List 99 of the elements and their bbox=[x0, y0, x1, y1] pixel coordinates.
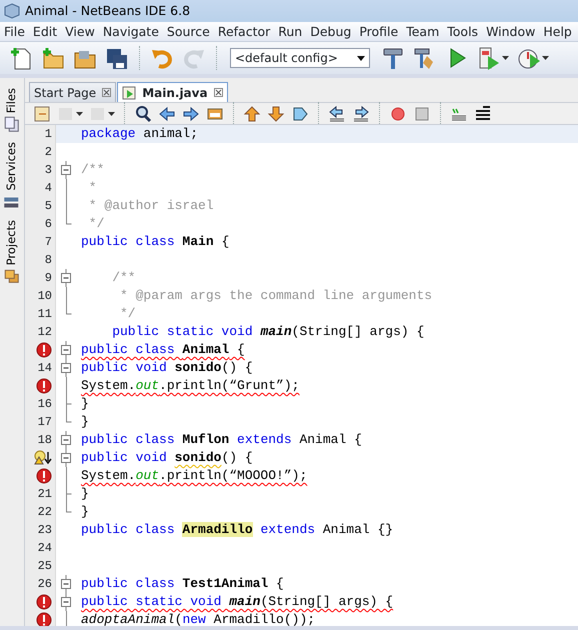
fold-toggle-icon[interactable] bbox=[60, 431, 72, 449]
line-number: 18 bbox=[38, 432, 52, 449]
fold-toggle-icon[interactable] bbox=[60, 359, 72, 377]
code-line: public static void main(String[] args) { bbox=[80, 593, 394, 611]
menu-item[interactable]: Help bbox=[539, 22, 576, 41]
code-line: public void sonido() { bbox=[80, 359, 253, 377]
menu-item[interactable]: Profile bbox=[355, 22, 402, 41]
menu-item[interactable]: Team bbox=[402, 22, 444, 41]
menu-item[interactable]: Source bbox=[162, 22, 214, 41]
code-line: public class Test1Animal { bbox=[80, 575, 284, 593]
code-line: public class Armadillo extends Animal {} bbox=[80, 521, 394, 539]
menu-item[interactable]: Debug bbox=[306, 22, 356, 41]
fold-toggle-icon[interactable] bbox=[60, 161, 72, 179]
folders-icon bbox=[4, 268, 20, 284]
bookmark-icon bbox=[291, 104, 309, 122]
config-dropdown[interactable]: <default config> bbox=[230, 48, 370, 68]
code-line: System.out.println(“Grunt”); bbox=[80, 377, 300, 395]
line-number: 4 bbox=[44, 180, 52, 197]
code-line: public static void main(String[] args) { bbox=[111, 323, 424, 341]
hammer-icon bbox=[381, 46, 405, 70]
code-line: * @author israel bbox=[88, 197, 214, 215]
stop-icon bbox=[413, 104, 431, 122]
menu-item[interactable]: Refactor bbox=[214, 22, 274, 41]
line-number: 1 bbox=[44, 126, 52, 143]
code-line: /** bbox=[111, 269, 136, 287]
line-number: 14 bbox=[38, 360, 52, 377]
side-panel-tab[interactable]: Projects bbox=[3, 220, 21, 284]
fold-toggle-icon[interactable] bbox=[60, 269, 72, 287]
right-arrow-icon bbox=[182, 104, 200, 122]
menu-item[interactable]: Window bbox=[482, 22, 540, 41]
code-line: System.out.println(“MOOOO!”); bbox=[80, 467, 308, 485]
line-number: 12 bbox=[38, 324, 52, 341]
code-line: */ bbox=[119, 305, 136, 323]
shift-right-icon bbox=[352, 104, 370, 122]
code-line: } bbox=[80, 413, 89, 431]
code-line: adoptaAnimal(new Armadillo()); bbox=[80, 611, 316, 626]
code-line: */ bbox=[88, 215, 104, 233]
left-arrow-icon bbox=[158, 104, 176, 122]
fold-toggle-icon[interactable] bbox=[60, 449, 72, 467]
code-line: } bbox=[80, 395, 89, 413]
app-logo-icon bbox=[4, 3, 20, 19]
line-number: 16 bbox=[38, 396, 52, 413]
line-number: 17 bbox=[38, 414, 52, 431]
caret-icon bbox=[357, 56, 365, 60]
editor-tab[interactable]: Start Page bbox=[29, 82, 116, 102]
side-panel-tab[interactable]: Services bbox=[3, 142, 21, 210]
magnifier-icon bbox=[134, 104, 152, 122]
folder-plus-icon bbox=[41, 46, 65, 70]
code-line: * bbox=[88, 179, 97, 197]
java-file-icon bbox=[122, 86, 136, 100]
code-line: } bbox=[80, 485, 89, 503]
line-number: 8 bbox=[44, 252, 52, 269]
code-line: public void sonido() { bbox=[80, 449, 253, 467]
line-number: 24 bbox=[38, 540, 52, 557]
line-number: 21 bbox=[38, 486, 52, 503]
line-number: 3 bbox=[44, 162, 52, 179]
code-line: /** bbox=[80, 161, 104, 179]
line-number: 25 bbox=[38, 558, 52, 575]
line-number: 10 bbox=[38, 288, 52, 305]
code-line: public class Animal { bbox=[80, 341, 245, 359]
line-number: 2 bbox=[44, 144, 52, 161]
up-arrow-icon bbox=[243, 104, 261, 122]
down-arrow-icon bbox=[267, 104, 285, 122]
code-line: * @param args the command line arguments bbox=[119, 287, 432, 305]
code-line: } bbox=[80, 503, 89, 521]
code-line: package animal; bbox=[80, 125, 198, 143]
floppy-disks-icon bbox=[105, 46, 129, 70]
menu-item[interactable]: File bbox=[0, 22, 29, 41]
menu-item[interactable]: Edit bbox=[28, 22, 62, 41]
code-line: public class Muflon extends Animal { bbox=[80, 431, 362, 449]
fold-toggle-icon[interactable] bbox=[60, 575, 72, 593]
debug-icon bbox=[477, 46, 501, 70]
uncomment-lines-icon bbox=[474, 104, 492, 122]
file-plus-icon bbox=[9, 46, 33, 70]
menu-item[interactable]: Tools bbox=[443, 22, 482, 41]
line-number: 6 bbox=[44, 216, 52, 233]
menu-item[interactable]: Navigate bbox=[98, 22, 163, 41]
line-number: 23 bbox=[38, 522, 52, 539]
menu-item[interactable]: Run bbox=[274, 22, 306, 41]
code-line: public class Main { bbox=[80, 233, 230, 251]
shift-left-icon bbox=[328, 104, 346, 122]
fold-toggle-icon[interactable] bbox=[60, 341, 72, 359]
menu-item[interactable]: View bbox=[61, 22, 99, 41]
close-icon bbox=[214, 88, 223, 97]
line-number: 11 bbox=[38, 306, 52, 323]
line-number: 7 bbox=[44, 234, 52, 251]
side-panel-tab[interactable]: Files bbox=[3, 88, 21, 132]
line-number: 9 bbox=[44, 270, 52, 287]
files-icon bbox=[4, 116, 20, 132]
down-arrow-button[interactable] bbox=[265, 104, 287, 122]
editor-tab[interactable]: Main.java bbox=[117, 82, 228, 102]
close-icon bbox=[102, 88, 112, 97]
line-number: 26 bbox=[38, 576, 52, 593]
fold-toggle-icon[interactable] bbox=[60, 593, 72, 611]
line-number: 22 bbox=[38, 504, 52, 521]
line-number: 5 bbox=[44, 198, 52, 215]
window-title: Animal - NetBeans IDE 6.8 bbox=[25, 2, 190, 20]
up-arrow-button[interactable] bbox=[241, 104, 263, 122]
record-icon bbox=[389, 104, 407, 122]
